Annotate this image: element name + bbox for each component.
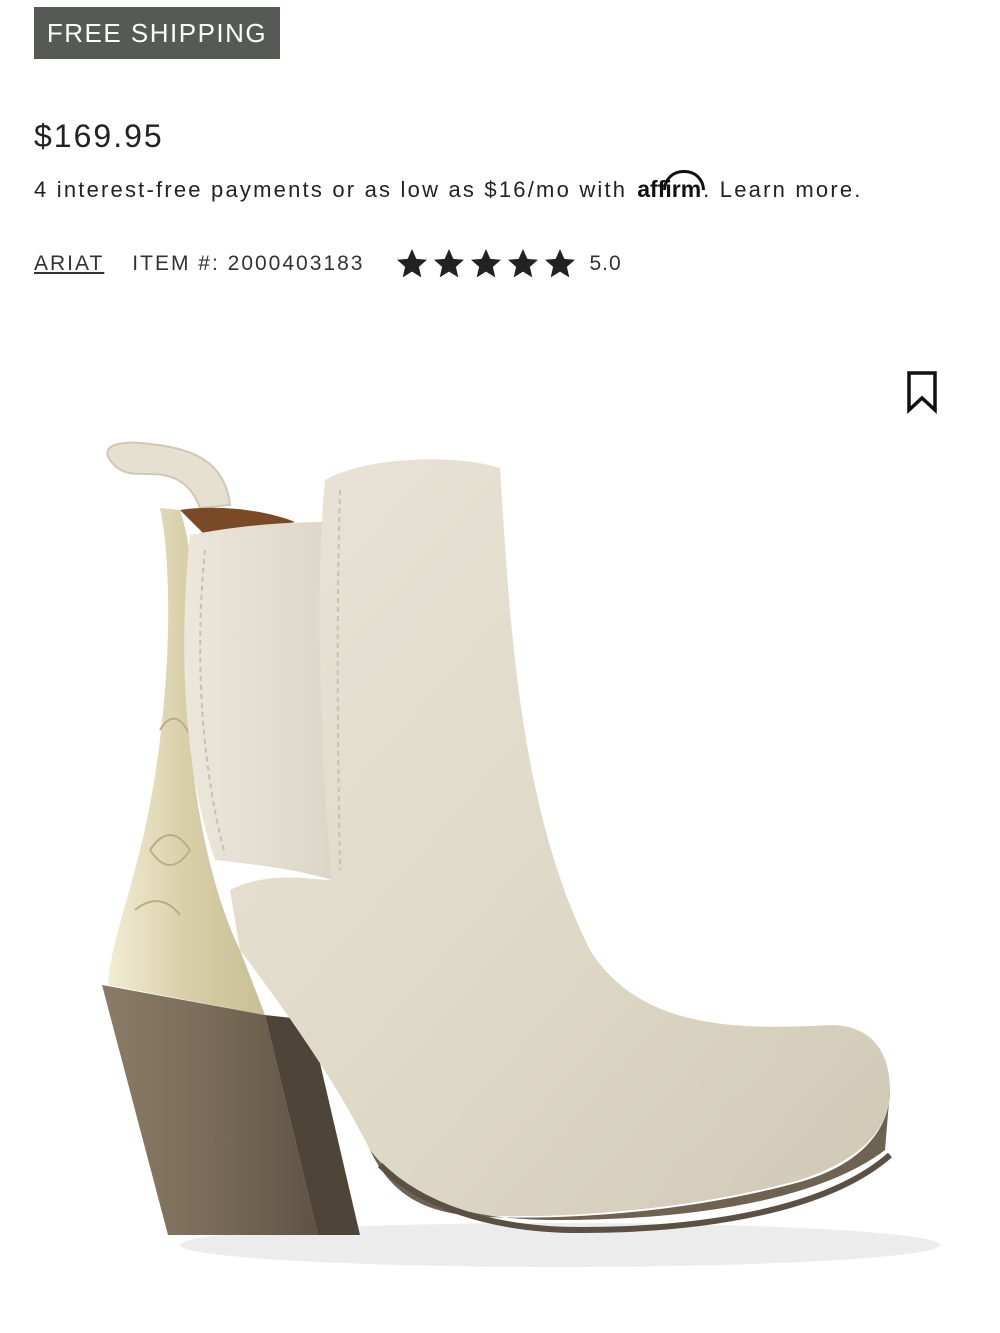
free-shipping-badge: FREE SHIPPING [34, 7, 280, 59]
affirm-logo: affirm [637, 170, 706, 203]
star-icon [508, 249, 539, 278]
product-price: $169.95 [34, 118, 164, 154]
brand-link[interactable]: ARIAT [34, 252, 104, 276]
product-image [102, 441, 940, 1267]
star-icon [545, 249, 576, 278]
free-shipping-label: FREE SHIPPING [46, 17, 268, 48]
payment-options-text: 4 interest-free payments or as low as $1… [34, 177, 628, 202]
star-icon [397, 249, 428, 278]
product-meta-row: ARIAT ITEM #: 2000403183 5.0 [34, 244, 622, 284]
payment-options-row: 4 interest-free payments or as low as $1… [34, 170, 863, 203]
rating-stars[interactable] [394, 246, 579, 282]
product-detail-page: FREE SHIPPING $169.95 4 interest-free pa… [0, 0, 1000, 1333]
star-icon [471, 249, 502, 278]
star-icon [434, 249, 465, 278]
learn-more-link[interactable]: . Learn more. [703, 177, 862, 203]
affirm-arc-icon [663, 170, 706, 190]
bookmark-icon[interactable] [904, 370, 940, 414]
rating-value: 5.0 [589, 252, 622, 275]
item-number: ITEM #: 2000403183 [132, 252, 365, 275]
